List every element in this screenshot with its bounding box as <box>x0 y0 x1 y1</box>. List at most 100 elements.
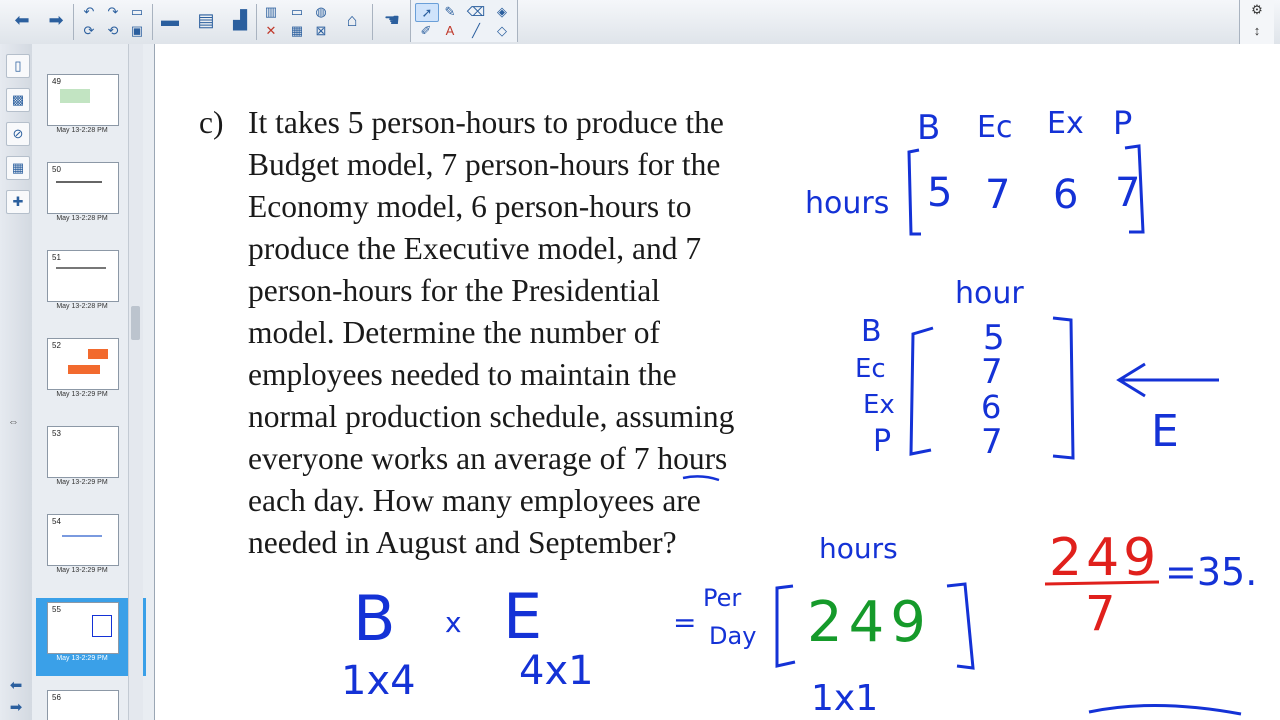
settings-icon[interactable]: ⚙ <box>1240 0 1274 20</box>
refresh-icon: ⟳ <box>83 22 95 38</box>
page-number: 54 <box>52 517 61 526</box>
problem-line: Economy model, 6 person-hours to <box>248 189 692 224</box>
folder-icon: ▭ <box>130 3 144 19</box>
equals-ink: = <box>673 606 697 639</box>
highlighter-tool[interactable]: ✐ <box>415 22 437 39</box>
dim-left: 1x4 <box>341 658 416 704</box>
row-header-b: B <box>917 108 941 148</box>
line-icon: ╱ <box>472 22 480 38</box>
problem-line: needed in August and September? <box>248 525 677 560</box>
pen-icon: ✎ <box>444 3 456 19</box>
delete-button[interactable]: ✕ <box>260 22 282 39</box>
page-icon: ▯ <box>14 58 22 73</box>
presentation-button[interactable]: ▭ <box>286 3 308 20</box>
frac-result: =35. <box>1165 550 1258 594</box>
col-label: P <box>873 424 892 459</box>
line-tool[interactable]: ╱ <box>465 22 487 39</box>
text-tool[interactable]: A <box>439 22 461 39</box>
delete-page-button[interactable]: ⟳ <box>78 22 100 39</box>
day-label: Day <box>709 622 757 650</box>
hand-icon: ☚ <box>383 9 401 30</box>
bottom-stroke-ink <box>1088 703 1242 716</box>
scrollbar-thumb[interactable] <box>131 306 140 340</box>
pen-tool[interactable]: ✎ <box>439 3 461 20</box>
row-header-ec: Ec <box>977 110 1013 145</box>
result-dim: 1x1 <box>811 678 879 719</box>
page-timestamp: May 13-2:28 PM <box>56 215 108 222</box>
spotlight-button[interactable]: ◍ <box>310 3 332 20</box>
col-label: B <box>861 314 882 349</box>
attachments-tab[interactable]: ⊘ <box>6 122 30 146</box>
table-icon: ▦ <box>290 22 304 38</box>
side-tab-bar: ▯ ▩ ⊘ ▦ ✚ ⇔ ⬅ ➡ <box>0 44 33 720</box>
text-icon: A <box>445 23 455 38</box>
problem-line: person-hours for the Presidential <box>248 273 661 308</box>
properties-tab[interactable]: ▦ <box>6 156 30 180</box>
page-timestamp: May 13-2:29 PM <box>56 655 108 662</box>
toolbar-options: ⚙ ↕ <box>1239 0 1274 44</box>
col-name: E <box>1151 406 1179 457</box>
tools-group: ➚ ✎ ⌫ ◈ ✐ A ╱ ◇ <box>410 0 518 42</box>
undo-icon: ↶ <box>83 3 95 19</box>
table-button[interactable]: ▦ <box>286 22 308 39</box>
problem-line: normal production schedule, assuming <box>248 399 735 434</box>
refresh-icon: ⟲ <box>107 22 119 38</box>
forward-button[interactable]: ➡ <box>42 6 70 34</box>
whiteboard-canvas[interactable]: c) It takes 5 person-hours to produce th… <box>154 44 1280 720</box>
shade-icon: ▟ <box>233 9 247 30</box>
col-header: hour <box>955 276 1024 311</box>
main-toolbar: ⬅ ➡ ↶ ↷ ▭ ⟳ ⟲ ▣ ▬ ▤ ▟ ▥ ▭ ◍ ✕ ▦ ⊠ ⌂ ☚ ➚ … <box>0 0 1280 45</box>
screen-capture-button[interactable]: ⊠ <box>310 22 332 39</box>
home-icon: ⌂ <box>346 9 358 30</box>
eq-times: x <box>445 606 462 639</box>
display-button[interactable]: ▬ <box>156 6 184 34</box>
properties-icon: ▦ <box>11 160 25 175</box>
page-number: 52 <box>52 341 61 350</box>
select-tool[interactable]: ➚ <box>415 3 439 22</box>
shape-tool[interactable]: ◇ <box>491 22 513 39</box>
page-sorter-tab[interactable]: ▯ <box>6 54 30 78</box>
back-button[interactable]: ⬅ <box>8 6 36 34</box>
prev-page-icon[interactable]: ⬅ <box>4 676 28 698</box>
paste-icon: ▥ <box>264 3 278 19</box>
page-timestamp: May 13-2:28 PM <box>56 127 108 134</box>
redo-icon: ↷ <box>107 3 119 19</box>
new-page-button[interactable]: ▭ <box>126 3 148 20</box>
monitor-icon: ▬ <box>161 9 179 30</box>
spotlight-icon: ◍ <box>315 3 327 19</box>
resize-icon[interactable]: ⇔ <box>8 416 19 428</box>
bucket-icon: ◈ <box>497 3 507 19</box>
result-value: 249 <box>807 590 932 655</box>
sorter-scrollbar[interactable] <box>128 44 143 720</box>
paperclip-icon: ⊘ <box>12 126 24 141</box>
row-label: hours <box>805 186 890 221</box>
clear-page-button[interactable]: ⟲ <box>102 22 124 39</box>
problem-line: each day. How many employees are <box>248 483 701 518</box>
move-toolbar-icon[interactable]: ↕ <box>1240 20 1274 40</box>
col-value: 7 <box>981 422 1003 462</box>
arrow-left-icon: ⬅ <box>14 9 30 30</box>
result-label: hours <box>819 532 898 565</box>
paste-button[interactable]: ▥ <box>260 3 282 20</box>
redo-button[interactable]: ↷ <box>102 3 124 20</box>
page-timestamp: May 13-2:29 PM <box>56 567 108 574</box>
gallery-tab[interactable]: ▩ <box>6 88 30 112</box>
home-button[interactable]: ⌂ <box>338 6 366 34</box>
undo-button[interactable]: ↶ <box>78 3 100 20</box>
page-number: 49 <box>52 77 61 86</box>
underline-ink <box>682 475 720 482</box>
gallery-button[interactable]: ▤ <box>192 6 220 34</box>
arrow-right-icon: ➡ <box>48 9 64 30</box>
pointer-tool-button[interactable]: ☚ <box>378 6 406 34</box>
row-value: 5 <box>927 170 953 216</box>
screen-shade-button[interactable]: ▟ <box>226 6 254 34</box>
page-number: 55 <box>52 605 61 614</box>
fill-tool[interactable]: ◈ <box>491 3 513 20</box>
addons-tab[interactable]: ✚ <box>6 190 30 214</box>
col-label: Ex <box>863 390 895 420</box>
eraser-tool[interactable]: ⌫ <box>465 3 487 20</box>
eq-left: B <box>353 582 396 655</box>
save-button[interactable]: ▣ <box>126 22 148 39</box>
problem-line: Budget model, 7 person-hours for the <box>248 147 721 182</box>
next-page-icon[interactable]: ➡ <box>4 698 28 720</box>
